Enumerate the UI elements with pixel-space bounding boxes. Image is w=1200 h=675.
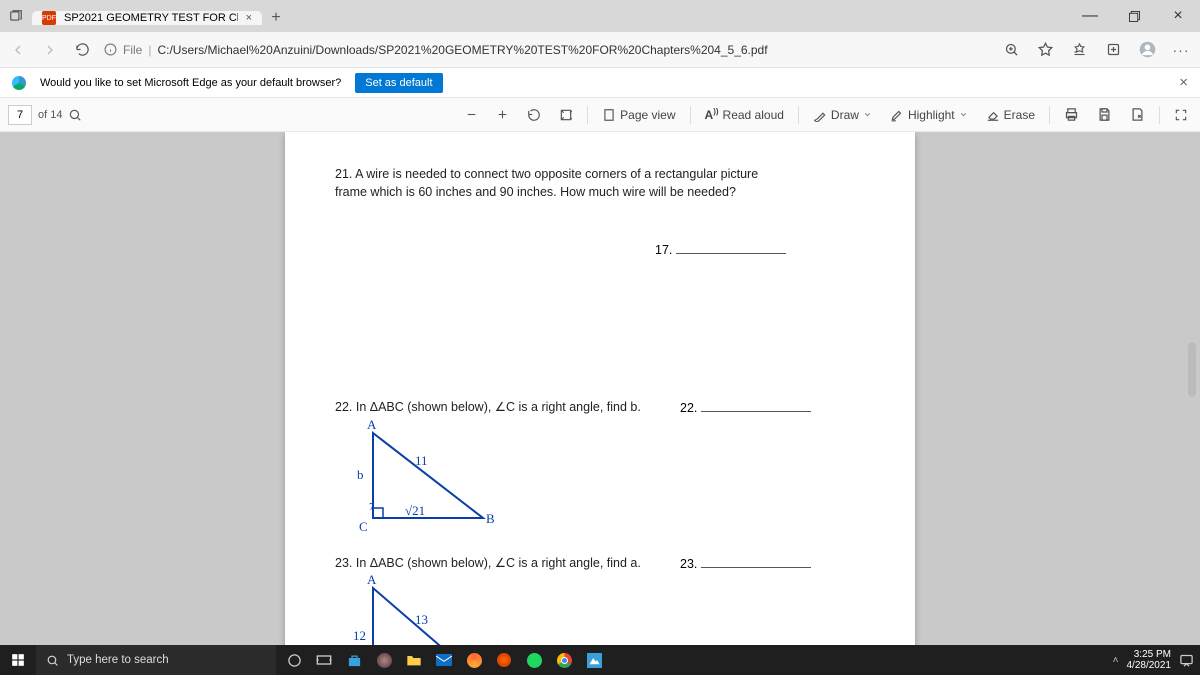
set-default-button[interactable]: Set as default <box>355 73 442 93</box>
erase-button[interactable]: Erase <box>982 108 1039 122</box>
url-path: C:/Users/Michael%20Anzuini/Downloads/SP2… <box>157 43 767 57</box>
tray-chevron-icon[interactable]: ˄ <box>1113 655 1119 666</box>
new-tab-button[interactable]: + <box>262 9 290 27</box>
question-21: 21. A wire is needed to connect two oppo… <box>335 166 765 201</box>
profile-button[interactable] <box>1136 41 1158 58</box>
zoom-in-button[interactable] <box>492 108 513 121</box>
page-count-label: of 14 <box>38 109 62 121</box>
print-button[interactable] <box>1060 107 1083 122</box>
app-icon-2[interactable] <box>462 648 486 672</box>
read-aloud-button[interactable]: A))Read aloud <box>701 107 788 122</box>
edge-icon <box>12 76 26 90</box>
pdf-page: 21. A wire is needed to connect two oppo… <box>285 132 915 645</box>
favorites-list-button[interactable] <box>1068 42 1090 57</box>
answer-23-blank <box>701 558 811 568</box>
infobar-close-button[interactable]: × <box>1179 74 1188 91</box>
answer-17-blank <box>676 244 786 254</box>
scrollbar-thumb[interactable] <box>1188 342 1196 397</box>
search-icon <box>46 654 59 667</box>
question-22: 22. In ΔABC (shown below), ∠C is a right… <box>335 399 680 417</box>
default-browser-prompt: Would you like to set Microsoft Edge as … <box>40 77 341 89</box>
pdf-viewport[interactable]: 21. A wire is needed to connect two oppo… <box>0 132 1200 645</box>
app-icon-3[interactable] <box>492 648 516 672</box>
search-icon[interactable] <box>68 108 82 122</box>
address-field[interactable]: File | C:/Users/Michael%20Anzuini/Downlo… <box>104 43 988 57</box>
fullscreen-button[interactable] <box>1170 108 1192 122</box>
forward-button[interactable] <box>40 42 60 58</box>
rotate-button[interactable] <box>523 108 545 122</box>
menu-button[interactable]: ··· <box>1170 42 1192 58</box>
vertical-scrollbar[interactable] <box>1186 132 1198 645</box>
page-number-input[interactable] <box>8 105 32 125</box>
answer-22-blank <box>701 402 811 412</box>
question-23: 23. In ΔABC (shown below), ∠C is a right… <box>335 555 680 573</box>
file-explorer-icon[interactable] <box>402 648 426 672</box>
maximize-button[interactable] <box>1112 0 1156 32</box>
spotify-icon[interactable] <box>522 648 546 672</box>
highlight-button[interactable]: Highlight <box>886 108 972 122</box>
pdf-icon: PDF <box>42 11 56 25</box>
app-icon-1[interactable] <box>372 648 396 672</box>
answer-23-label: 23. <box>680 557 697 571</box>
tab-title: SP2021 GEOMETRY TEST FOR Ch <box>64 12 238 24</box>
save-as-button[interactable] <box>1126 107 1149 122</box>
tab-close-button[interactable]: × <box>246 12 252 24</box>
url-scheme-label: File <box>123 43 142 57</box>
taskbar-search[interactable]: Type here to search <box>36 645 276 675</box>
answer-22-label: 22. <box>680 401 697 415</box>
chrome-icon[interactable] <box>552 648 576 672</box>
refresh-button[interactable] <box>72 42 92 57</box>
save-button[interactable] <box>1093 107 1116 122</box>
collections-button[interactable] <box>1102 42 1124 57</box>
cortana-icon[interactable] <box>282 648 306 672</box>
tabs-button[interactable] <box>0 9 32 23</box>
app-icon-4[interactable] <box>582 648 606 672</box>
draw-button[interactable]: Draw <box>809 108 876 122</box>
search-placeholder: Type here to search <box>67 654 169 666</box>
window-close-button[interactable]: × <box>1156 0 1200 32</box>
store-icon[interactable] <box>342 648 366 672</box>
zoom-out-button[interactable] <box>461 108 482 121</box>
start-button[interactable] <box>0 653 36 667</box>
back-button[interactable] <box>8 42 28 58</box>
info-icon <box>104 43 117 56</box>
favorite-button[interactable] <box>1034 42 1056 57</box>
fit-page-button[interactable] <box>555 108 577 122</box>
browser-tab[interactable]: PDF SP2021 GEOMETRY TEST FOR Ch × <box>32 11 262 25</box>
system-clock[interactable]: 3:25 PM 4/28/2021 <box>1127 649 1172 671</box>
zoom-indicator-icon[interactable] <box>1000 42 1022 57</box>
task-view-icon[interactable] <box>312 648 336 672</box>
answer-17-label: 17. <box>655 243 672 257</box>
minimize-button[interactable]: — <box>1068 0 1112 32</box>
page-view-button[interactable]: Page view <box>598 108 679 122</box>
notifications-icon[interactable] <box>1179 653 1194 668</box>
mail-icon[interactable] <box>432 648 456 672</box>
